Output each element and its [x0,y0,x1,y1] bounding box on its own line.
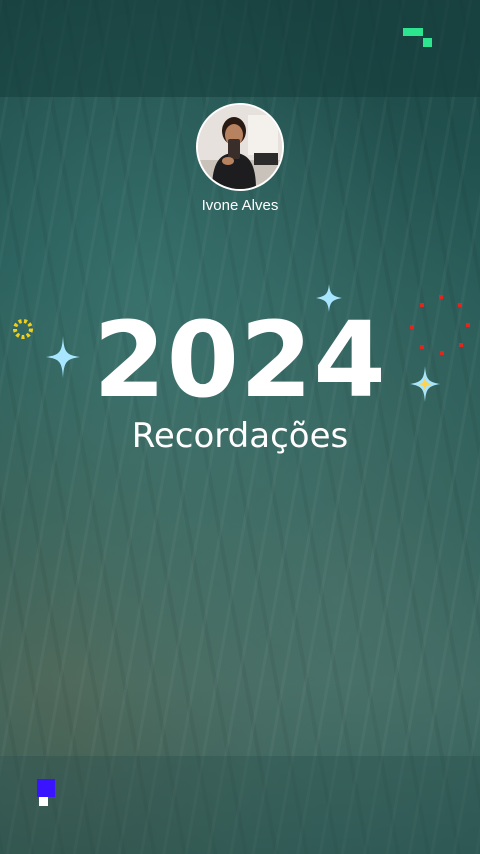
brand-logo-block [423,38,432,47]
brand-logo-icon [403,28,433,48]
recap-subtitle: Recordações [131,416,349,456]
square-mark-blue [37,779,55,797]
avatar[interactable] [196,103,284,191]
avatar-image [198,105,282,189]
top-band [0,0,480,97]
square-mark-white [39,797,48,806]
brand-logo-block [411,28,423,36]
user-name: Ivone Alves [201,197,279,214]
recap-year: 2024 [93,299,387,421]
bottom-band [0,756,480,854]
square-mark-icon [37,779,57,809]
